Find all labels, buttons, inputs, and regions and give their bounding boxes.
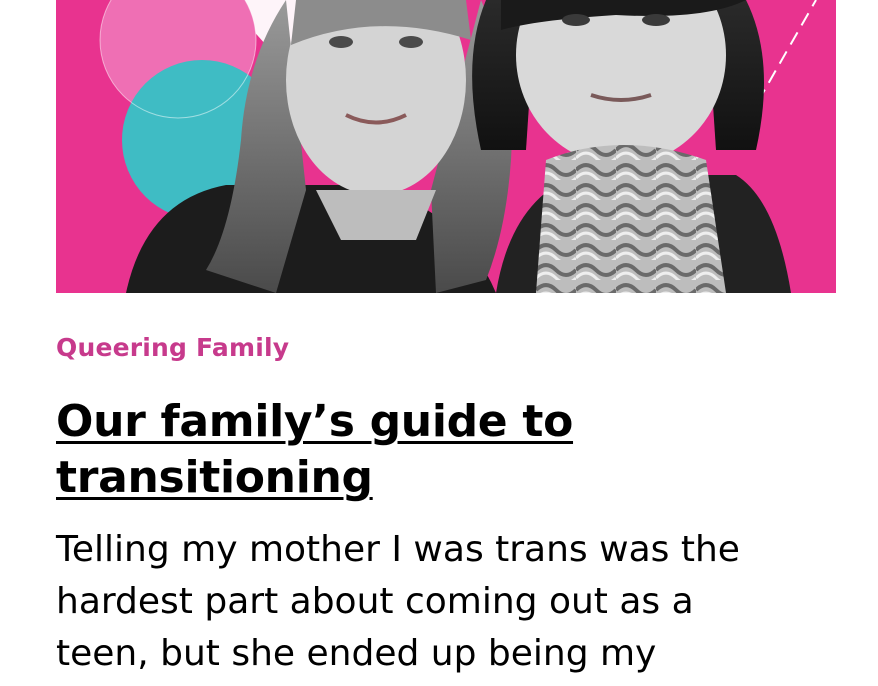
dek-line-1: Telling my mother I was trans was the [56,529,740,570]
person-right-photo [472,0,791,293]
dek-line-2: hardest part about coming out as a [56,581,694,622]
article-headline: Our family’s guide to transitioning [56,394,776,506]
hero-image[interactable] [56,0,836,293]
category-link[interactable]: Queering Family [56,333,289,362]
article-dek: Telling my mother I was trans was the ha… [56,524,836,680]
article-card: Queering Family Our family’s guide to tr… [0,0,878,686]
dek-line-3: teen, but she ended up being my [56,633,657,674]
headline-link[interactable]: Our family’s guide to transitioning [56,396,573,503]
